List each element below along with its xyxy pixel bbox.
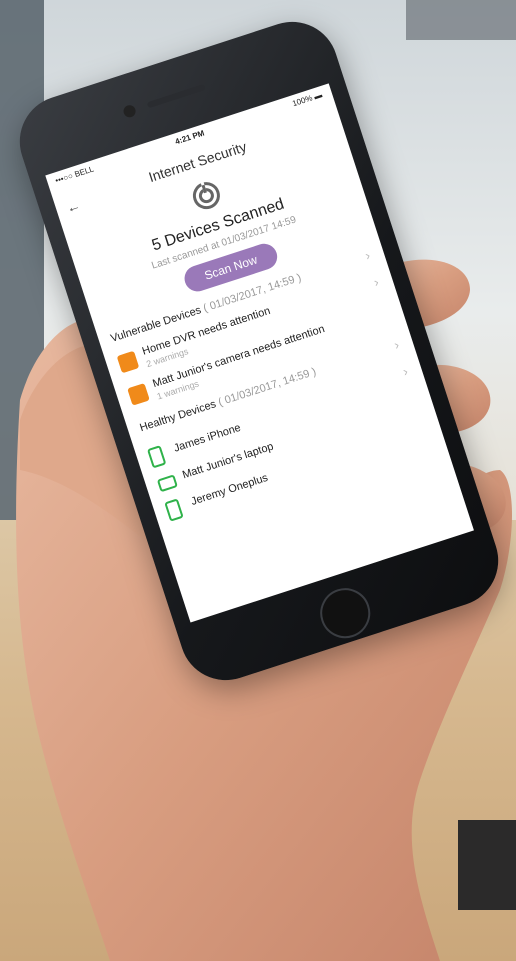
security-logo-icon [192,181,220,210]
dvr-icon [116,350,140,374]
chevron-right-icon[interactable]: › [392,337,401,353]
camera-icon [127,383,150,406]
battery-indicator: 100% ▬ [291,90,324,109]
phone-icon [146,445,167,469]
clock: 4:21 PM [173,128,206,147]
battery-label: 100% [291,93,314,109]
laptop-icon [156,474,178,493]
chevron-right-icon[interactable]: › [363,247,372,263]
phone-icon [164,498,184,522]
